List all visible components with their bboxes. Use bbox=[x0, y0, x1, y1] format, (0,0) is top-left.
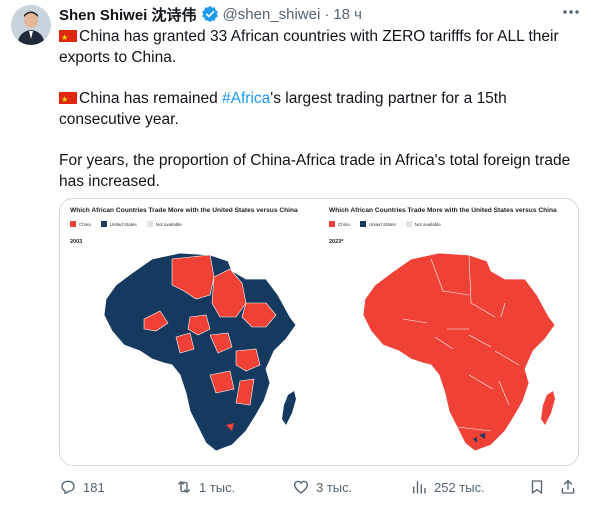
author-handle[interactable]: @shen_shiwei bbox=[223, 6, 321, 23]
hashtag-link[interactable]: #Africa bbox=[222, 90, 270, 107]
legend-label: China bbox=[79, 221, 91, 227]
tweet-header: Shen Shiwei 沈诗伟 @shen_shiwei · 18 ч bbox=[59, 4, 591, 24]
map-legend: China United States Not available bbox=[70, 221, 182, 227]
africa-map-2003 bbox=[103, 252, 297, 452]
like-count: 3 тыс. bbox=[316, 479, 353, 495]
separator: · bbox=[324, 5, 330, 23]
reply-button[interactable]: 181 bbox=[59, 478, 105, 496]
tweet-paragraph-2: China has remained #Africa's largest tra… bbox=[59, 88, 579, 130]
views-chart-icon bbox=[413, 481, 426, 494]
map-title: Which African Countries Trade More with … bbox=[329, 207, 557, 214]
tweet-actions: 181 1 тыс. 3 тыс. 252 тыс. bbox=[59, 476, 579, 500]
africa-landmass bbox=[362, 252, 556, 452]
china-flag-icon bbox=[59, 27, 77, 48]
tweet-paragraph-1: China has granted 33 African countries w… bbox=[59, 26, 579, 68]
like-button[interactable]: 3 тыс. bbox=[292, 478, 352, 496]
verified-badge-icon[interactable] bbox=[201, 5, 219, 23]
views-count: 252 тыс. bbox=[434, 479, 485, 495]
legend-china: China bbox=[329, 221, 350, 227]
timestamp[interactable]: 18 ч bbox=[333, 6, 362, 23]
map-year: 2003 bbox=[70, 239, 83, 245]
map-legend: China United States Not available bbox=[329, 221, 441, 227]
tweet-paragraph-2-text: China has remained bbox=[79, 90, 223, 107]
madagascar bbox=[282, 391, 296, 425]
legend-swatch-na bbox=[405, 221, 412, 227]
legend-na: Not available bbox=[405, 221, 441, 227]
tweet-paragraph-3: For years, the proportion of China-Afric… bbox=[59, 150, 579, 192]
map-title: Which African Countries Trade More with … bbox=[70, 207, 298, 214]
legend-label: Not available bbox=[155, 221, 182, 227]
legend-us: United States bbox=[359, 221, 396, 227]
tweet-paragraph-3-text: For years, the proportion of China-Afric… bbox=[59, 152, 571, 190]
china-flag-icon bbox=[59, 89, 77, 110]
share-button[interactable] bbox=[559, 478, 577, 496]
madagascar bbox=[541, 391, 555, 425]
legend-swatch-na bbox=[146, 221, 153, 227]
heart-icon bbox=[293, 480, 309, 494]
reply-icon bbox=[61, 480, 75, 495]
legend-china: China bbox=[70, 221, 91, 227]
retweet-icon bbox=[178, 481, 190, 493]
media-card[interactable]: Which African Countries Trade More with … bbox=[59, 198, 579, 466]
map-panel-2003[interactable]: Which African Countries Trade More with … bbox=[60, 199, 319, 465]
legend-swatch-us bbox=[359, 221, 366, 227]
map-panel-2023[interactable]: Which African Countries Trade More with … bbox=[319, 199, 578, 465]
legend-label: Not available bbox=[414, 221, 441, 227]
views-button[interactable]: 252 тыс. bbox=[410, 478, 485, 496]
map-year: 2023* bbox=[329, 239, 344, 245]
bookmark-icon bbox=[531, 480, 543, 494]
legend-na: Not available bbox=[146, 221, 182, 227]
legend-us: United States bbox=[100, 221, 137, 227]
legend-label: China bbox=[338, 221, 350, 227]
legend-swatch-china bbox=[329, 221, 335, 227]
avatar[interactable] bbox=[11, 5, 51, 45]
tweet-paragraph-1-text: China has granted 33 African countries w… bbox=[59, 28, 559, 66]
legend-label: United States bbox=[368, 221, 396, 227]
retweet-button[interactable]: 1 тыс. bbox=[175, 478, 235, 496]
retweet-count: 1 тыс. bbox=[199, 479, 236, 495]
tweet-text: China has granted 33 African countries w… bbox=[59, 26, 579, 212]
author-name[interactable]: Shen Shiwei 沈诗伟 bbox=[59, 4, 197, 25]
bookmark-button[interactable] bbox=[528, 478, 546, 496]
share-icon bbox=[561, 479, 575, 494]
legend-label: United States bbox=[109, 221, 137, 227]
reply-count: 181 bbox=[83, 479, 105, 495]
avatar-image bbox=[11, 5, 51, 45]
more-options-icon[interactable] bbox=[561, 0, 581, 20]
legend-swatch-china bbox=[70, 221, 76, 227]
legend-swatch-us bbox=[100, 221, 107, 227]
africa-map-2023 bbox=[362, 252, 556, 452]
